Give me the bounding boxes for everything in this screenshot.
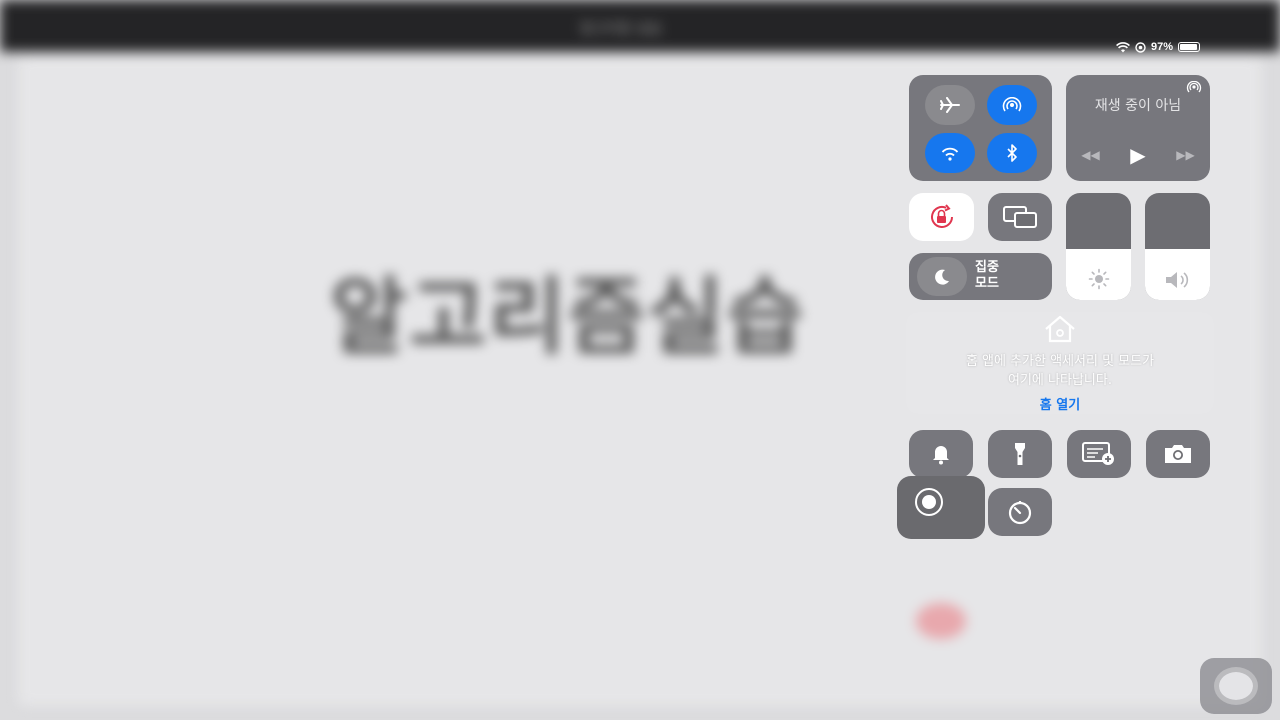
home-icon	[1042, 314, 1078, 344]
moon-icon	[933, 268, 951, 286]
flashlight-button[interactable]	[988, 430, 1052, 478]
home-text-line1: 홈 앱에 추가한 액세서리 및 모드가	[965, 354, 1155, 369]
focus-label-line2: 모드	[975, 276, 999, 291]
record-dot	[922, 495, 936, 509]
timer-button[interactable]	[988, 488, 1052, 536]
wifi-toggle[interactable]	[925, 133, 975, 173]
play-icon[interactable]: ▶	[1130, 143, 1145, 167]
assistive-touch-icon	[1219, 672, 1253, 700]
focus-icon-circle	[917, 257, 967, 296]
bluetooth-toggle[interactable]	[987, 133, 1037, 173]
screen-recording-button[interactable]	[897, 476, 985, 539]
rewind-icon[interactable]: ◀◀	[1081, 148, 1099, 162]
bell-icon	[931, 443, 951, 465]
status-bar: 97%	[1116, 40, 1201, 54]
wifi-icon	[1116, 41, 1130, 53]
connectivity-module	[909, 75, 1052, 181]
battery-percent: 97%	[1151, 41, 1174, 53]
flashlight-icon	[1013, 441, 1027, 467]
home-text-line2: 여기에 나타납니다.	[1008, 373, 1112, 388]
focus-mode-button[interactable]: 집중 모드	[909, 253, 1052, 300]
silent-mode-button[interactable]	[909, 430, 973, 478]
quick-note-icon	[1081, 441, 1117, 467]
playback-controls: ◀◀ ▶ ▶▶	[1066, 143, 1210, 167]
airdrop-icon	[1001, 97, 1023, 113]
orientation-lock-button[interactable]	[909, 193, 974, 241]
screen-mirroring-icon	[1002, 205, 1038, 229]
open-home-link[interactable]: 홈 열기	[906, 394, 1214, 413]
quick-note-button[interactable]	[1067, 430, 1131, 478]
camera-icon	[1162, 443, 1194, 465]
location-icon	[1135, 41, 1146, 53]
sun-icon	[1066, 268, 1131, 290]
battery-icon	[1178, 42, 1201, 52]
now-playing-module[interactable]: 재생 중이 아님 ◀◀ ▶ ▶▶	[1066, 75, 1210, 181]
home-accessories-panel: 홈 앱에 추가한 액세서리 및 모드가 여기에 나타납니다. 홈 열기	[906, 312, 1214, 414]
airplane-icon	[940, 97, 960, 113]
airplay-audio-icon[interactable]	[1186, 81, 1202, 95]
airdrop-toggle[interactable]	[987, 85, 1037, 125]
timer-icon	[1007, 499, 1033, 525]
volume-slider[interactable]	[1145, 193, 1210, 300]
focus-label-line1: 집중	[975, 260, 999, 275]
brightness-slider[interactable]	[1066, 193, 1131, 300]
focus-label: 집중 모드	[975, 260, 999, 292]
orientation-lock-icon	[925, 204, 959, 230]
background-title: 알고리즘실습	[330, 268, 806, 366]
speaker-icon	[1145, 270, 1210, 290]
assistive-touch-button[interactable]	[1200, 658, 1272, 714]
now-playing-title: 재생 중이 아님	[1094, 98, 1182, 114]
battery-fill	[1180, 44, 1198, 50]
bluetooth-icon	[1006, 144, 1018, 162]
fast-forward-icon[interactable]: ▶▶	[1176, 148, 1194, 162]
wifi-icon	[940, 146, 960, 161]
background-toolbar: 알고리즘 실습	[0, 0, 1280, 52]
screen-mirroring-button[interactable]	[988, 193, 1052, 241]
background-window-title: 알고리즘 실습	[580, 21, 662, 37]
airplane-mode-toggle[interactable]	[925, 85, 975, 125]
recording-indicator	[916, 603, 966, 639]
home-description: 홈 앱에 추가한 액세서리 및 모드가 여기에 나타납니다.	[906, 352, 1214, 390]
camera-button[interactable]	[1146, 430, 1210, 478]
